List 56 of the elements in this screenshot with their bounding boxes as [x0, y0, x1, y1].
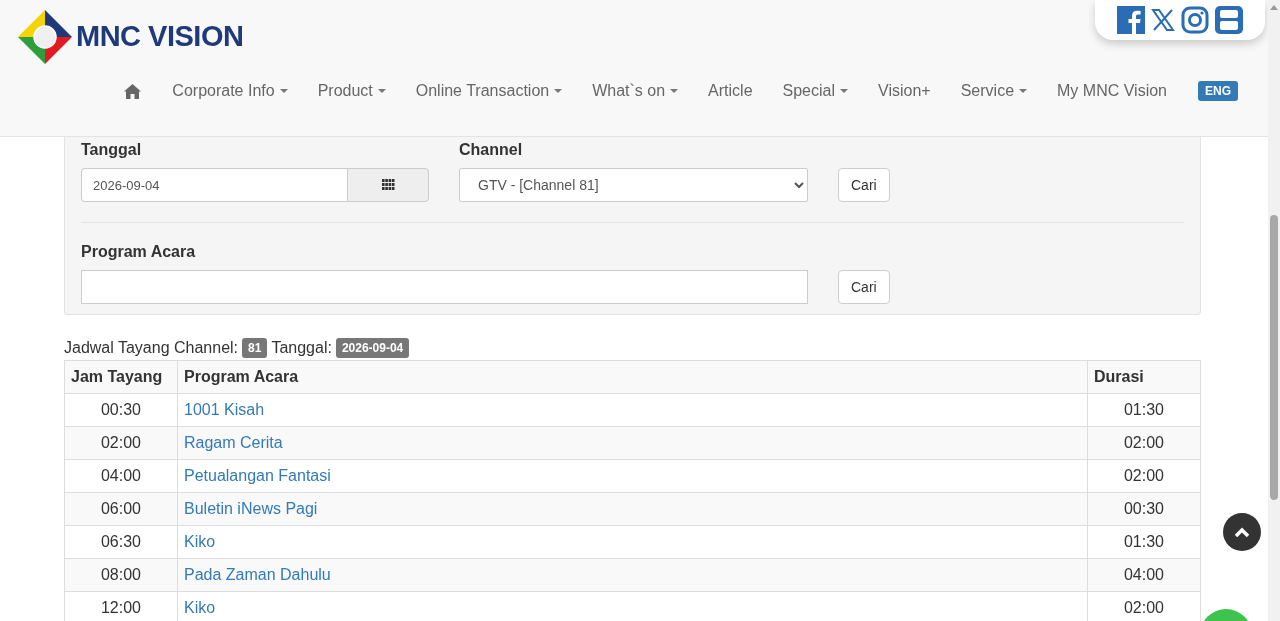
table-cell: 01:30 — [1087, 525, 1201, 559]
calendar-icon — [381, 179, 395, 191]
x-icon[interactable] — [1151, 8, 1175, 32]
nav-item[interactable]: Special — [767, 82, 864, 100]
field-label: Tanggal — [81, 141, 143, 159]
table-cell: 02:00 — [1087, 426, 1201, 460]
logo-icon — [16, 7, 74, 66]
home-icon[interactable] — [123, 82, 143, 100]
channel-dropdown[interactable]: GTV - [Channel 81] — [459, 168, 808, 202]
program-link[interactable]: Kiko — [184, 599, 216, 616]
nav-item[interactable]: My MNC Vision — [1042, 82, 1182, 100]
table-cell: 02:00 — [64, 426, 178, 460]
calendar-button[interactable] — [347, 168, 429, 202]
column-header: Program Acara — [177, 360, 1088, 394]
field-label: Channel — [459, 141, 524, 159]
nav-item[interactable]: Article — [693, 82, 768, 100]
column-header: Durasi — [1087, 360, 1201, 394]
logo-text[interactable]: MNC VISION — [76, 22, 244, 51]
program-link[interactable]: Ragam Cerita — [184, 434, 283, 451]
table-cell: 00:30 — [64, 393, 178, 427]
nav-item[interactable]: Service — [945, 82, 1043, 100]
instagram-icon[interactable] — [1181, 6, 1209, 34]
caption-text: Jadwal Tayang Channel: — [64, 339, 239, 357]
facebook-icon[interactable] — [1117, 6, 1145, 34]
program-link[interactable]: Buletin iNews Pagi — [184, 500, 318, 517]
table-cell: 06:00 — [64, 492, 178, 526]
program-link[interactable]: Petualangan Fantasi — [184, 467, 331, 484]
nav-item[interactable]: Online Transaction — [400, 82, 578, 100]
date-badge: 2026-09-04 — [335, 338, 410, 358]
scroll-top-button[interactable] — [1223, 513, 1261, 551]
nav-item[interactable]: What`s on — [577, 82, 694, 100]
channel-badge: 81 — [242, 338, 268, 358]
table-cell: 04:00 — [1087, 558, 1201, 592]
table-cell: 02:00 — [1087, 459, 1201, 493]
column-header: Jam Tayang — [64, 360, 178, 394]
program-link[interactable]: 1001 Kisah — [184, 401, 265, 418]
program-link[interactable]: Kiko — [184, 533, 216, 550]
table-cell: 00:30 — [1087, 492, 1201, 526]
table-cell: 06:30 — [64, 525, 178, 559]
scrollbar[interactable] — [1268, 0, 1280, 621]
program-field[interactable] — [81, 270, 808, 304]
program-link[interactable]: Pada Zaman Dahulu — [184, 566, 331, 583]
nav-item[interactable]: Product — [302, 82, 401, 100]
field-label: Program Acara — [81, 243, 197, 261]
search-button[interactable]: Cari — [838, 270, 890, 304]
search-button[interactable]: Cari — [838, 168, 890, 202]
nav-item[interactable]: Corporate Info — [157, 82, 303, 100]
date-field[interactable]: 2026-09-04 — [81, 168, 347, 202]
caption-text: Tanggal: — [271, 339, 332, 357]
table-cell: 08:00 — [64, 558, 178, 592]
language-badge[interactable]: ENG — [1198, 81, 1238, 101]
nav-item[interactable]: Vision+ — [863, 82, 946, 100]
table-cell: 01:30 — [1087, 393, 1201, 427]
table-cell: 12:00 — [64, 591, 178, 621]
chevron-up-icon — [1234, 526, 1250, 538]
table-cell: 04:00 — [64, 459, 178, 493]
